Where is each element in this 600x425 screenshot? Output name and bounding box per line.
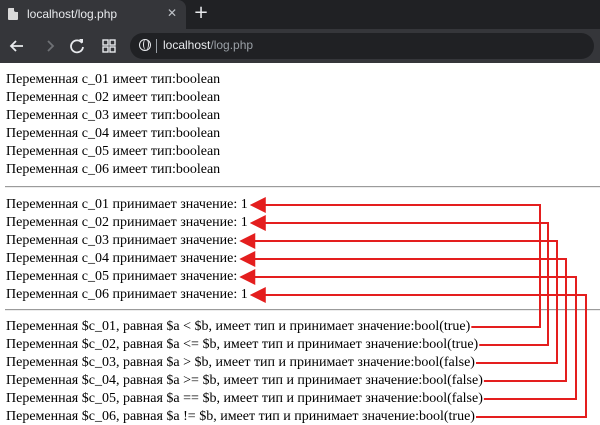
omnibox-divider [156, 39, 157, 53]
tab-localhost-log[interactable]: localhost/log.php ✕ [0, 0, 186, 29]
tab-title: localhost/log.php [27, 7, 118, 21]
close-icon[interactable]: ✕ [164, 5, 180, 21]
apps-icon[interactable] [98, 35, 120, 57]
page-favicon [8, 8, 18, 20]
url-host: localhost [163, 38, 211, 52]
reload-icon[interactable] [66, 35, 88, 57]
back-icon[interactable] [6, 35, 28, 57]
tab-strip: localhost/log.php ✕ + [0, 0, 600, 29]
page-content: Переменная c_01 имеет тип:boolean Переме… [0, 63, 600, 424]
globe-icon[interactable] [139, 39, 151, 51]
browser-toolbar: localhost/log.php [0, 29, 600, 63]
url-text[interactable]: localhost/log.php [163, 38, 253, 52]
address-bar[interactable]: localhost/log.php [130, 33, 594, 59]
annotation-arrows [239, 197, 587, 418]
plus-icon[interactable]: + [192, 3, 210, 23]
url-path: /log.php [210, 38, 254, 52]
forward-icon[interactable] [36, 35, 58, 57]
